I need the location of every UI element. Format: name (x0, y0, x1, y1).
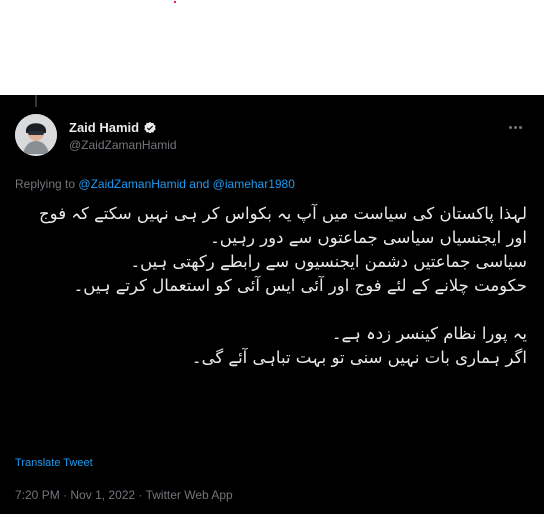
tweet-paragraph: لہذا پاکستان کی سیاست میں آپ یہ بکواس کر… (39, 204, 527, 247)
tweet-source[interactable]: Twitter Web App (146, 488, 233, 502)
tweet-text: لہذا پاکستان کی سیاست میں آپ یہ بکواس کر… (15, 202, 527, 370)
replying-to: Replying to @ZaidZamanHamid and @iamehar… (15, 177, 295, 191)
tweet-date[interactable]: Nov 1, 2022 (70, 488, 135, 502)
page-background-top (0, 0, 544, 95)
avatar-image (15, 114, 57, 156)
stray-mark (174, 1, 176, 3)
tweet-paragraph: اگر ہماری بات نہیں سنی تو بہت تباہی آئے … (191, 348, 527, 367)
more-options-icon[interactable] (504, 119, 526, 135)
translate-tweet-link[interactable]: Translate Tweet (15, 457, 93, 469)
tweet-paragraph: حکومت چلانے کے لئے فوج اور آئی ایس آئی ک… (73, 276, 527, 295)
meta-separator: · (63, 488, 68, 502)
meta-separator: · (138, 488, 143, 502)
reply-mention-1[interactable]: @ZaidZamanHamid (78, 177, 186, 191)
reply-conjunction[interactable]: and (189, 177, 209, 191)
thread-connector-line (35, 95, 37, 107)
tweet-time[interactable]: 7:20 PM (15, 488, 60, 502)
reply-mention-2[interactable]: @iamehar1980 (213, 177, 295, 191)
tweet-paragraph: یہ پورا نظام کینسر زدہ ہے۔ (331, 324, 527, 343)
tweet-metadata: 7:20 PM · Nov 1, 2022 · Twitter Web App (15, 488, 233, 502)
display-name[interactable]: Zaid Hamid (69, 120, 139, 135)
user-handle[interactable]: @ZaidZamanHamid (69, 138, 177, 152)
replying-prefix: Replying to (15, 177, 76, 191)
verified-badge-icon (143, 121, 157, 135)
tweet-card: Zaid Hamid @ZaidZamanHamid Replying to @… (0, 95, 544, 514)
avatar[interactable] (15, 114, 57, 156)
tweet-paragraph: سیاسی جماعتیں دشمن ایجنسیوں سے رابطے رکھ… (130, 252, 527, 271)
